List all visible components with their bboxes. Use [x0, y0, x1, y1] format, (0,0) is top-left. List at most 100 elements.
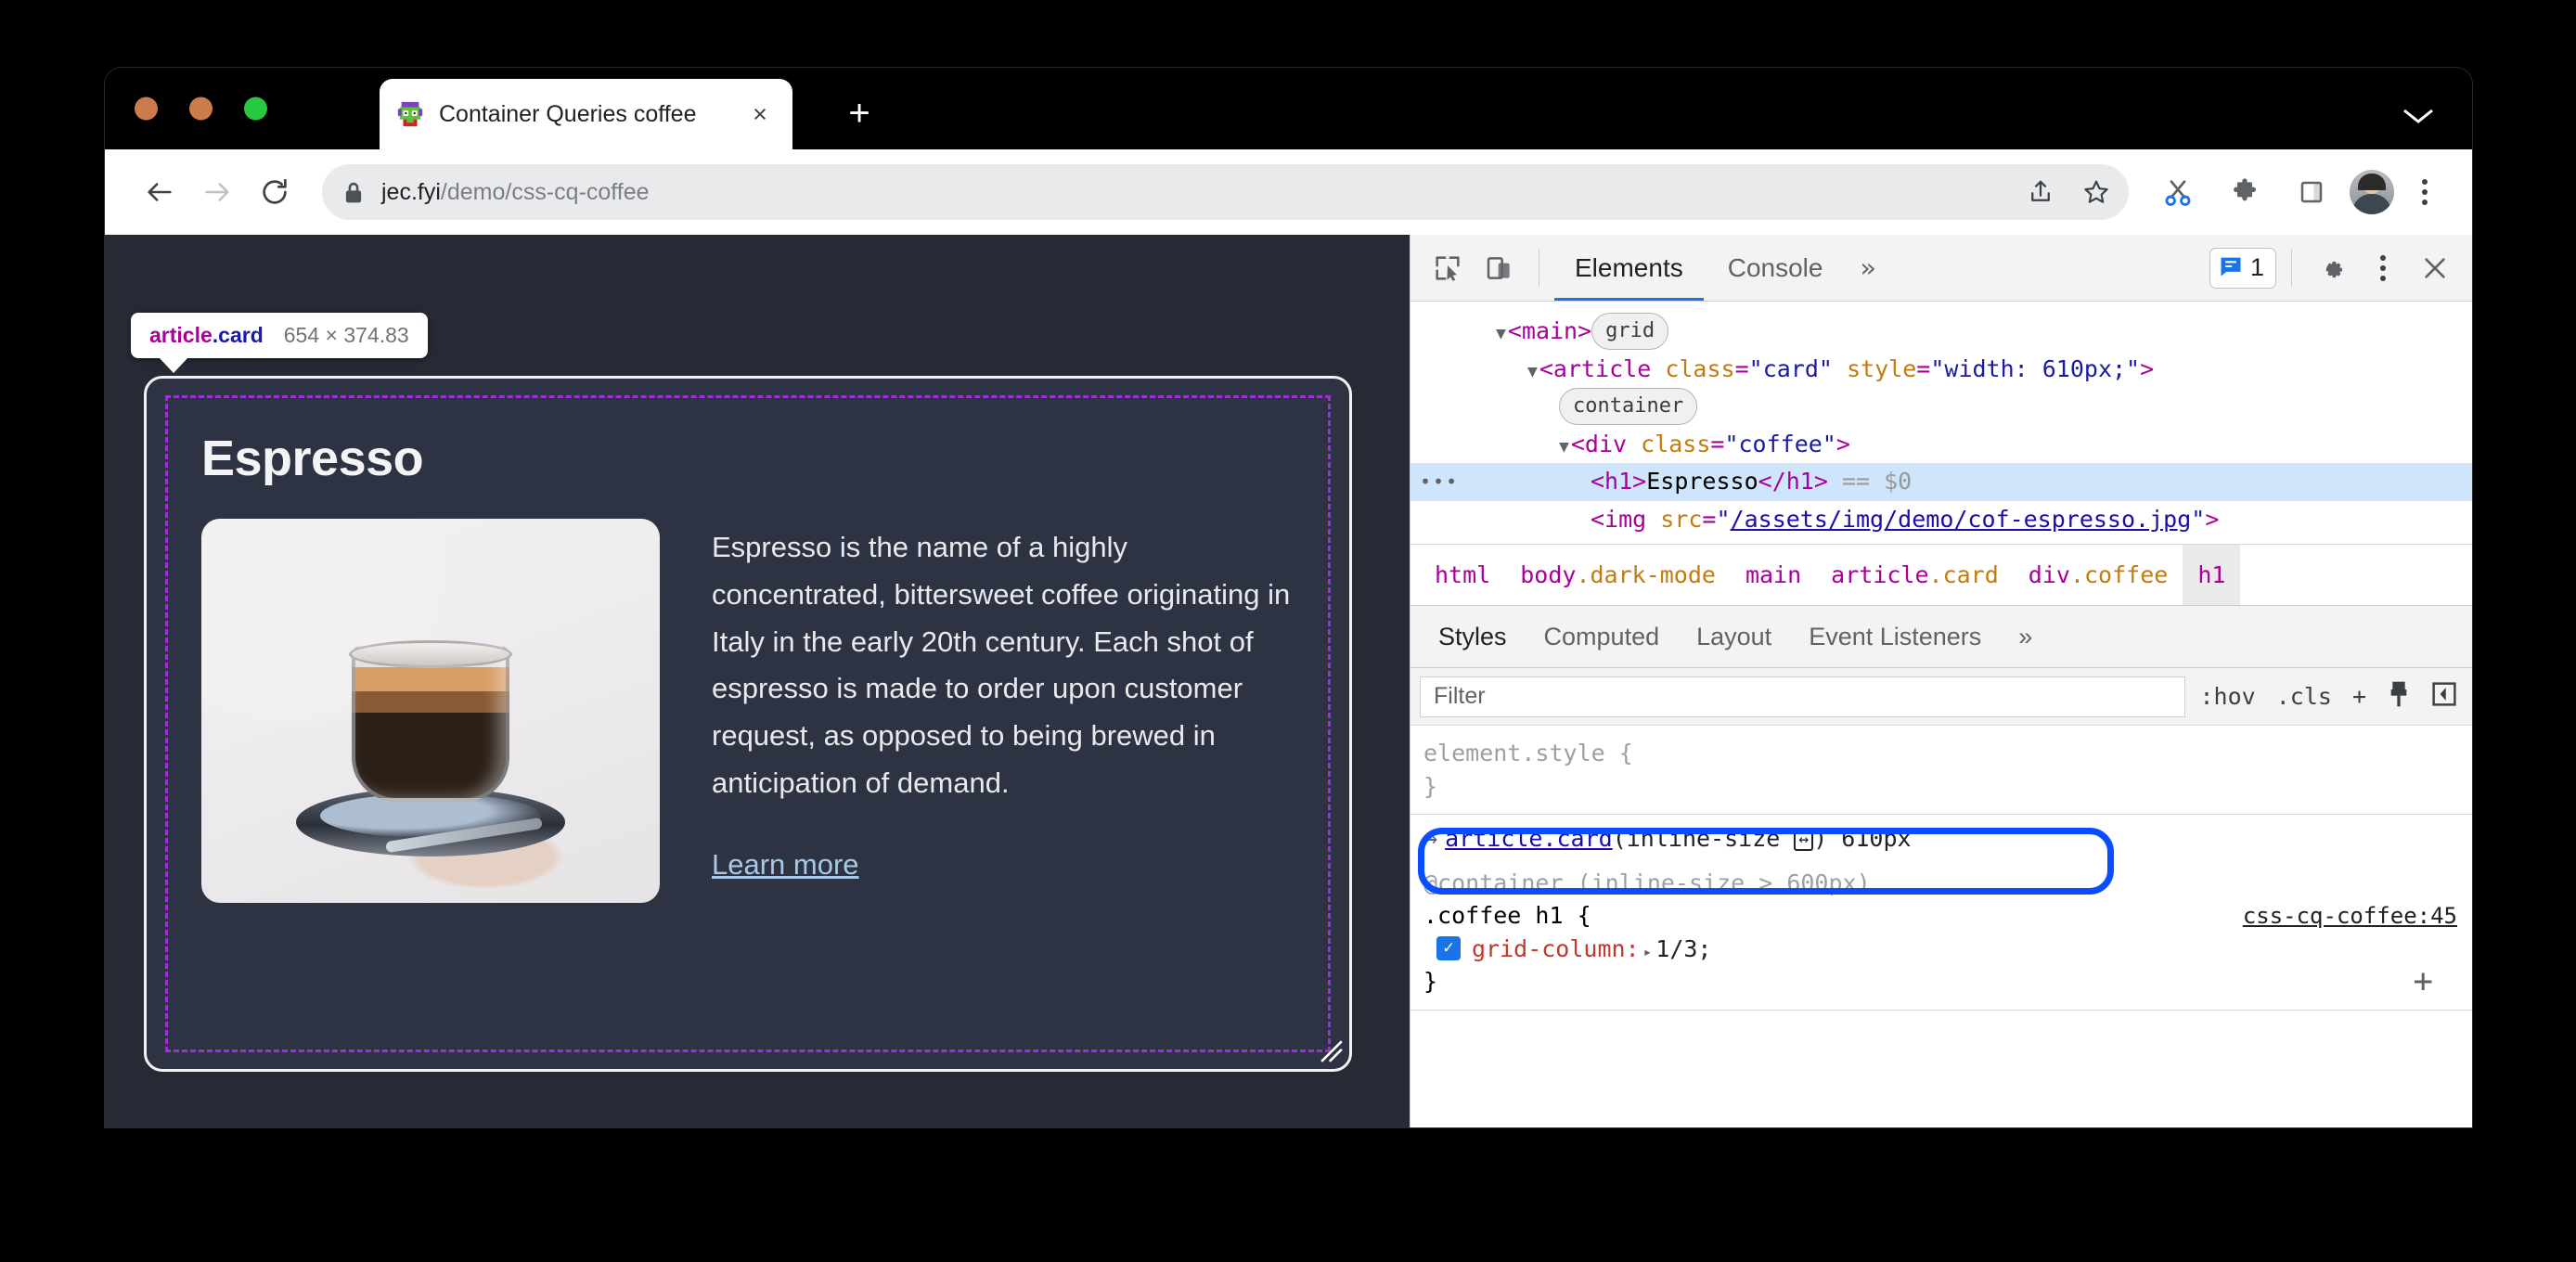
card-heading: Espresso [201, 431, 424, 486]
dom-node-row[interactable]: ▼<article class="card" style="width: 610… [1410, 351, 2472, 389]
device-toolbar-icon[interactable] [1475, 244, 1524, 292]
forward-arrow-icon[interactable] [188, 163, 246, 221]
tab-strip: Container Queries coffee × + [105, 68, 2472, 149]
styles-filter-input[interactable]: Filter [1420, 676, 2185, 717]
declaration-property[interactable]: grid-column [1472, 935, 1626, 962]
container-query-row[interactable]: → article.card(inline-size ↔) 610px [1410, 815, 2472, 863]
url-domain: jec.fyi [381, 178, 441, 205]
chevron-down-icon[interactable] [2402, 106, 2435, 131]
container-rule-block[interactable]: @container (inline-size > 600px) .coffee… [1410, 863, 2472, 1002]
tab-console[interactable]: Console [1707, 235, 1844, 301]
badge-tag: article [149, 323, 213, 347]
close-tab-button[interactable]: × [744, 98, 776, 130]
breadcrumb-item-article[interactable]: article.card [1816, 561, 2014, 588]
add-declaration-button[interactable]: + [2413, 965, 2433, 998]
breadcrumb-class: .coffee [2069, 561, 2169, 588]
back-arrow-icon[interactable] [131, 163, 188, 221]
puzzle-icon[interactable] [2216, 163, 2273, 221]
dom-node-row[interactable]: <img src="/assets/img/demo/cof-espresso.… [1410, 501, 2472, 539]
console-message-count: 1 [2249, 253, 2264, 281]
dom-node-row[interactable]: container [1410, 388, 2472, 426]
pane-more-tabs-button[interactable]: » [2000, 623, 2051, 651]
dom-row-ellipsis[interactable]: ••• [1420, 467, 1459, 496]
sidebar-toggle-icon[interactable] [2426, 681, 2463, 713]
inspect-element-icon[interactable] [1423, 244, 1472, 292]
expand-triangle-icon[interactable]: ▼ [1496, 324, 1506, 343]
learn-more-link[interactable]: Learn more [712, 848, 859, 882]
styles-pane-tabs: Styles Computed Layout Event Listeners» [1410, 605, 2472, 668]
share-icon[interactable] [2016, 167, 2066, 217]
value-expander-icon[interactable]: ▸ [1643, 943, 1653, 960]
breadcrumb-tag: body [1520, 561, 1577, 588]
breadcrumb-item-body[interactable]: body.dark-mode [1505, 561, 1731, 588]
declaration-value[interactable]: 1/3; [1655, 935, 1711, 962]
console-message-badge[interactable]: 1 [2209, 247, 2276, 289]
devtools-toolbar: Elements Console » 1 [1410, 235, 2472, 302]
tab-elements[interactable]: Elements [1554, 235, 1704, 301]
browser-window: Container Queries coffee × + jec.fyi/dem… [105, 68, 2472, 1127]
scissors-icon[interactable] [2149, 163, 2207, 221]
address-bar[interactable]: jec.fyi/demo/css-cq-coffee [322, 164, 2129, 220]
minimize-window-button[interactable] [189, 97, 213, 121]
dom-node-row[interactable]: ••• <h1>Espresso</h1> == $0 [1410, 463, 2472, 501]
dom-token: class [1665, 354, 1735, 382]
inline-size-glyph-icon: ↔ [1794, 829, 1814, 851]
cls-button[interactable]: .cls [2271, 683, 2338, 710]
article-card[interactable]: Espresso Espresso is the name of a highl… [144, 376, 1352, 1072]
coffee-grid: Espresso is the name of a highly concent… [201, 519, 1294, 903]
pane-tab-layout[interactable]: Layout [1678, 623, 1790, 651]
dom-token: = [1916, 354, 1931, 382]
dom-token: = [1710, 430, 1725, 457]
dom-token: src [1660, 505, 1703, 533]
element-style-rule[interactable]: element.style { } [1410, 733, 2472, 806]
new-style-rule-button[interactable]: + [2347, 683, 2372, 710]
dom-node-row[interactable]: ▼<div class="coffee"> [1410, 426, 2472, 464]
close-icon[interactable] [2411, 244, 2459, 292]
expand-triangle-icon[interactable]: ▼ [1559, 437, 1569, 457]
declaration-checkbox[interactable]: ✓ [1436, 935, 1461, 960]
pane-tab-computed[interactable]: Computed [1526, 623, 1679, 651]
breadcrumb[interactable]: html body.dark-mode main article.card div.co… [1410, 544, 2472, 605]
container-suffix: ) 610px [1813, 825, 1912, 852]
user-avatar[interactable] [2350, 170, 2394, 214]
close-window-button[interactable] [135, 97, 158, 121]
breadcrumb-tag: div [2028, 561, 2070, 588]
hov-button[interactable]: :hov [2195, 683, 2261, 710]
reload-icon[interactable] [246, 163, 303, 221]
more-tabs-button[interactable]: » [1847, 252, 1888, 283]
card-resize-handle[interactable] [1320, 1039, 1344, 1063]
star-icon[interactable] [2071, 167, 2121, 217]
url-text: jec.fyi/demo/css-cq-coffee [381, 179, 650, 206]
gear-icon[interactable] [2307, 244, 2355, 292]
side-panel-icon[interactable] [2283, 163, 2340, 221]
rule-selector[interactable]: .coffee h1 { [1423, 899, 1591, 933]
brush-icon[interactable] [2381, 680, 2416, 714]
browser-tab[interactable]: Container Queries coffee × [380, 79, 792, 149]
devtools-kebab-menu-icon[interactable] [2359, 244, 2407, 292]
dom-badge-chip[interactable]: container [1559, 388, 1698, 425]
dom-token: class [1641, 430, 1711, 457]
breadcrumb-item-html[interactable]: html [1420, 561, 1505, 588]
dom-token[interactable]: /assets/img/demo/cof-espresso.jpg [1731, 506, 2192, 533]
breadcrumb-item-div[interactable]: div.coffee [2014, 561, 2183, 588]
dom-token: <img [1591, 505, 1661, 533]
breadcrumb-item-h1[interactable]: h1 [2183, 545, 2241, 605]
zoom-window-button[interactable] [244, 97, 267, 121]
pane-tab-styles[interactable]: Styles [1420, 623, 1526, 651]
dom-badge-chip[interactable]: grid [1591, 313, 1669, 350]
lock-icon [342, 180, 365, 204]
container-link[interactable]: article.card [1445, 825, 1613, 852]
expand-triangle-icon[interactable]: ▼ [1527, 362, 1538, 381]
declaration-row[interactable]: ✓ grid-column: ▸ 1/3; [1423, 933, 2457, 966]
espresso-cup-photo [201, 519, 660, 903]
breadcrumb-item-main[interactable]: main [1731, 561, 1816, 588]
rule-source-link[interactable]: css-cq-coffee:45 [2243, 900, 2457, 932]
new-tab-button[interactable]: + [838, 92, 881, 135]
pane-tab-event-listeners[interactable]: Event Listeners [1790, 623, 2000, 651]
dom-tree[interactable]: ▼<main> grid ▼<article class="card" style=… [1410, 302, 2472, 544]
kebab-menu-icon[interactable] [2403, 167, 2446, 217]
dom-token: " [2191, 505, 2206, 533]
dom-node-row[interactable]: ▼<main> grid [1410, 313, 2472, 351]
page-viewport: article.card 654 × 374.83 Espresso Espre… [105, 235, 1410, 1127]
dom-token: > [2140, 354, 2155, 382]
